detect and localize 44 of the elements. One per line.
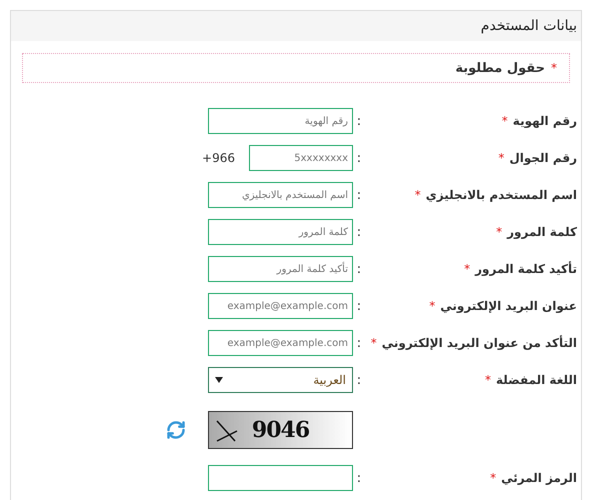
field-label: الرمز المرئي: [501, 471, 577, 485]
captcha-code: 9046: [252, 417, 310, 443]
language-select[interactable]: العربية: [208, 367, 353, 393]
required-asterisk: *: [498, 151, 504, 165]
strike-line-icon: [215, 419, 239, 443]
required-asterisk: *: [464, 262, 470, 276]
refresh-icon[interactable]: [166, 420, 186, 440]
field-label: اسم المستخدم بالانجليزي: [426, 188, 577, 202]
required-asterisk: *: [414, 188, 421, 202]
field-label: عنوان البريد الإلكتروني: [440, 299, 577, 313]
colon: :: [356, 372, 362, 388]
required-asterisk: *: [551, 61, 557, 75]
field-label: تأكيد كلمة المرور: [475, 262, 577, 276]
colon: :: [356, 224, 362, 240]
colon: :: [356, 470, 362, 486]
colon: :: [356, 188, 362, 202]
required-asterisk: *: [490, 471, 496, 485]
field-label: رقم الجوال: [509, 151, 577, 165]
required-asterisk: *: [496, 225, 502, 239]
dropdown-caret-icon: [215, 377, 223, 383]
field-label: التأكد من عنوان البريد الإلكتروني: [382, 336, 577, 350]
input-field[interactable]: example@example.com: [208, 330, 353, 356]
required-asterisk: *: [370, 336, 377, 350]
phone-field[interactable]: 5xxxxxxxx: [249, 145, 353, 171]
colon: :: [356, 262, 362, 276]
input-field[interactable]: كلمة المرور: [208, 219, 353, 245]
panel-title: بيانات المستخدم: [480, 18, 577, 34]
required-asterisk: *: [502, 114, 508, 128]
input-field[interactable]: [208, 465, 353, 491]
field-label: كلمة المرور: [507, 225, 577, 239]
colon: :: [356, 114, 362, 128]
country-code: +966: [202, 151, 235, 165]
colon: :: [356, 336, 362, 350]
input-field[interactable]: رقم الهوية: [208, 108, 353, 134]
input-field[interactable]: اسم المستخدم بالانجليزي: [208, 182, 353, 208]
required-note: حقول مطلوبة: [455, 60, 545, 76]
required-asterisk: *: [484, 373, 491, 387]
input-field[interactable]: تأكيد كلمة المرور: [208, 256, 353, 282]
required-asterisk: *: [429, 299, 436, 313]
field-label: اللغة المفضلة: [496, 373, 577, 387]
colon: :: [356, 298, 362, 314]
field-label: رقم الهوية: [512, 114, 577, 128]
input-field[interactable]: example@example.com: [208, 293, 353, 319]
colon: :: [356, 150, 362, 166]
